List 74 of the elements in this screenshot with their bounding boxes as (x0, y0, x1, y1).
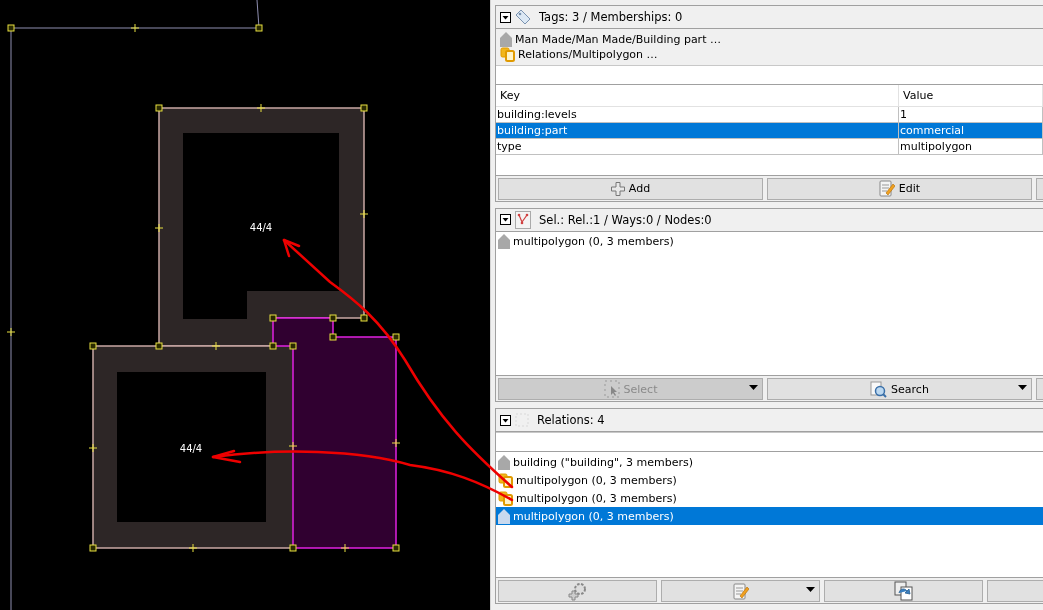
plus-icon (610, 182, 625, 196)
midpoint-marker[interactable] (359, 209, 369, 219)
table-cell[interactable]: commercial (899, 123, 1043, 139)
table-cell[interactable]: building:levels (496, 107, 899, 123)
list-item[interactable]: multipolygon (0, 3 members) (496, 471, 1043, 489)
table-cell[interactable]: multipolygon (899, 139, 1043, 155)
list-item[interactable]: multipolygon (0, 3 members) (496, 489, 1043, 507)
panel-title: Sel.: Rel.:1 / Ways:0 / Nodes:0 (539, 213, 712, 227)
selection-cursor-icon (603, 380, 620, 398)
node-marker[interactable] (329, 333, 337, 341)
midpoint-marker[interactable] (188, 543, 198, 553)
panel-title: Tags: 3 / Memberships: 0 (539, 10, 683, 24)
multipolygon-icon (498, 472, 513, 488)
node-marker[interactable] (269, 342, 277, 350)
midpoint-marker[interactable] (391, 438, 401, 448)
node-marker[interactable] (7, 24, 15, 32)
midpoint-marker[interactable] (6, 327, 16, 337)
preset-link[interactable]: Man Made/Man Made/Building part … (500, 32, 721, 47)
button[interactable]: Search (767, 378, 1032, 400)
building-icon (498, 234, 510, 250)
map-canvas[interactable]: 44/4 44/4 (0, 0, 490, 610)
node-marker[interactable] (89, 544, 97, 552)
filter-field[interactable] (496, 65, 1043, 85)
midpoint-marker[interactable] (211, 341, 221, 351)
node-marker[interactable] (289, 544, 297, 552)
collapse-toggle-icon[interactable] (500, 11, 511, 23)
table-cell[interactable]: building:part (496, 123, 899, 139)
selection-icon (515, 211, 531, 229)
edit-icon (878, 180, 895, 198)
midpoint-marker[interactable] (288, 441, 298, 451)
table-cell[interactable]: type (496, 139, 899, 155)
button[interactable]: Edit (767, 178, 1032, 200)
node-marker[interactable] (360, 104, 368, 112)
node-marker[interactable] (329, 314, 337, 322)
midpoint-marker[interactable] (154, 223, 164, 233)
node-marker[interactable] (155, 342, 163, 350)
node-marker[interactable] (255, 24, 263, 32)
building-icon (498, 454, 510, 470)
midpoint-marker[interactable] (88, 443, 98, 453)
node-marker[interactable] (155, 104, 163, 112)
node-marker[interactable] (392, 333, 400, 341)
table-cell[interactable]: 1 (899, 107, 1043, 123)
midpoint-marker[interactable] (340, 543, 350, 553)
collapse-toggle-icon[interactable] (500, 414, 511, 426)
search-icon (870, 380, 888, 398)
node-marker[interactable] (289, 342, 297, 350)
preset-link[interactable]: Relations/Multipolygon … (500, 47, 658, 62)
list-item[interactable]: multipolygon (0, 3 members) (496, 233, 1043, 251)
gear-plus-icon (567, 581, 588, 601)
node-marker[interactable] (89, 342, 97, 350)
edit-icon (732, 582, 749, 600)
button[interactable]: Add (498, 178, 763, 200)
node-marker[interactable] (269, 314, 277, 322)
midpoint-marker[interactable] (256, 103, 266, 113)
list-item[interactable]: multipolygon (0, 3 members) (496, 507, 1043, 525)
node-marker[interactable] (392, 544, 400, 552)
tag-icon (515, 9, 531, 25)
building-icon (498, 508, 510, 524)
collapse-toggle-icon[interactable] (500, 214, 511, 226)
list-item[interactable]: building ("building", 3 members) (496, 453, 1043, 471)
multipolygon-icon (498, 490, 513, 506)
building-label: 44/4 (179, 443, 203, 454)
building-label: 44/4 (249, 222, 273, 233)
filter-field[interactable] (496, 432, 1043, 452)
dropdown-caret-icon[interactable] (1018, 385, 1027, 391)
node-marker[interactable] (360, 314, 368, 322)
column-header[interactable]: Value (899, 85, 1043, 106)
duplicate-icon (893, 581, 914, 601)
building-icon (500, 32, 512, 47)
dropdown-caret-icon[interactable] (806, 587, 815, 593)
panel-title: Relations: 4 (537, 413, 605, 427)
multipolygon-icon (500, 47, 515, 62)
column-header[interactable]: Key (496, 85, 899, 106)
midpoint-marker[interactable] (130, 23, 140, 33)
